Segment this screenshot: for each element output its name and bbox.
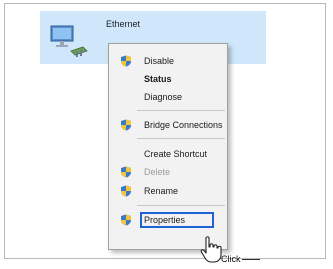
shield-icon	[121, 185, 131, 197]
menu-item-create-shortcut[interactable]: Create Shortcut	[109, 145, 227, 163]
click-annotation-line	[242, 259, 260, 260]
menu-item-rename[interactable]: Rename	[109, 182, 227, 200]
adapter-name: Ethernet	[106, 19, 141, 29]
menu-label-diagnose: Diagnose	[144, 92, 183, 102]
click-annotation: Click	[221, 254, 241, 264]
menu-item-properties[interactable]: Properties	[109, 211, 227, 229]
shield-icon	[121, 55, 131, 67]
menu-separator	[137, 205, 225, 206]
shield-icon	[121, 214, 131, 226]
shield-icon	[121, 119, 131, 131]
menu-separator	[137, 138, 225, 139]
menu-label-delete: Delete	[144, 167, 171, 177]
menu-label-rename: Rename	[144, 186, 179, 196]
network-adapter-icon[interactable]	[47, 17, 91, 63]
menu-item-bridge-connections[interactable]: Bridge Connections	[109, 116, 227, 134]
menu-item-disable[interactable]: Disable	[109, 52, 227, 70]
context-menu: Disable Status Diagnose Bridge Connectio…	[108, 43, 228, 250]
menu-item-status[interactable]: Status	[109, 70, 227, 88]
shield-icon	[121, 166, 131, 178]
menu-item-diagnose[interactable]: Diagnose	[109, 88, 227, 106]
menu-item-delete: Delete	[109, 163, 227, 181]
menu-label-bridge-connections: Bridge Connections	[144, 120, 223, 130]
menu-label-create-shortcut: Create Shortcut	[144, 149, 208, 159]
menu-label-disable: Disable	[144, 56, 175, 66]
menu-label-properties: Properties	[144, 215, 186, 225]
menu-separator	[137, 110, 225, 111]
menu-label-status: Status	[144, 74, 172, 84]
